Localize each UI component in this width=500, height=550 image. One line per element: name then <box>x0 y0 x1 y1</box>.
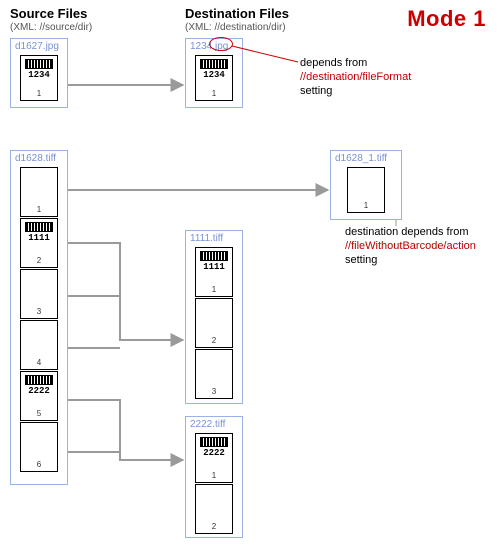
annotation-fileformat: depends from //destination/fileFormat se… <box>300 57 480 98</box>
page-number: 4 <box>37 358 41 367</box>
destination-subheading: (XML: //destination/dir) <box>185 22 286 33</box>
barcode-value: 1234 <box>203 70 225 80</box>
annotation-nobarcode: destination depends from //fileWithoutBa… <box>345 226 500 267</box>
page: 2222 5 <box>20 371 58 421</box>
page-number: 1 <box>212 89 216 98</box>
source-heading: Source Files <box>10 6 87 21</box>
page-number: 1 <box>37 205 41 214</box>
source-file-2: d1628.tiff 1 1111 2 3 4 2222 5 6 <box>10 150 68 485</box>
source-subheading: (XML: //source/dir) <box>10 22 92 33</box>
page: 2 <box>195 484 233 534</box>
page: 3 <box>20 269 58 319</box>
page: 4 <box>20 320 58 370</box>
barcode-icon <box>25 375 53 385</box>
barcode-icon <box>25 222 53 232</box>
page-number: 2 <box>37 256 41 265</box>
destination-heading: Destination Files <box>185 6 289 21</box>
page-number: 1 <box>212 471 216 480</box>
page: 1234 1 <box>20 55 58 101</box>
file-label: 1111.tiff <box>190 233 223 244</box>
page: 1 <box>347 167 385 213</box>
page-number: 3 <box>212 387 216 396</box>
page: 3 <box>195 349 233 399</box>
dest-file-4: 2222.tiff 2222 1 2 <box>185 416 243 538</box>
page: 2 <box>195 298 233 348</box>
page-number: 2 <box>212 522 216 531</box>
mode-label: Mode 1 <box>407 6 486 32</box>
page: 1 <box>20 167 58 217</box>
page: 2222 1 <box>195 433 233 483</box>
page-number: 2 <box>212 336 216 345</box>
page-number: 3 <box>37 307 41 316</box>
barcode-value: 1234 <box>28 70 50 80</box>
barcode-value: 1111 <box>28 233 50 243</box>
highlight-ellipse <box>209 37 233 51</box>
page-number: 1 <box>364 201 368 210</box>
file-label: d1628_1.tiff <box>335 153 387 164</box>
page-number: 1 <box>37 89 41 98</box>
file-label: d1628.tiff <box>15 153 56 164</box>
page-number: 1 <box>212 285 216 294</box>
page-number: 5 <box>37 409 41 418</box>
dest-file-2: d1628_1.tiff 1 <box>330 150 402 220</box>
barcode-value: 1111 <box>203 262 225 272</box>
barcode-icon <box>200 437 228 447</box>
barcode-icon <box>25 59 53 69</box>
file-label: 2222.tiff <box>190 419 225 430</box>
page: 1111 1 <box>195 247 233 297</box>
barcode-value: 2222 <box>28 386 50 396</box>
source-file-1: d1627.jpg 1234 1 <box>10 38 68 108</box>
page: 1111 2 <box>20 218 58 268</box>
page: 1234 1 <box>195 55 233 101</box>
file-label: d1627.jpg <box>15 41 59 52</box>
barcode-icon <box>200 59 228 69</box>
barcode-value: 2222 <box>203 448 225 458</box>
dest-file-3: 1111.tiff 1111 1 2 3 <box>185 230 243 404</box>
barcode-icon <box>200 251 228 261</box>
page-number: 6 <box>37 460 41 469</box>
page: 6 <box>20 422 58 472</box>
